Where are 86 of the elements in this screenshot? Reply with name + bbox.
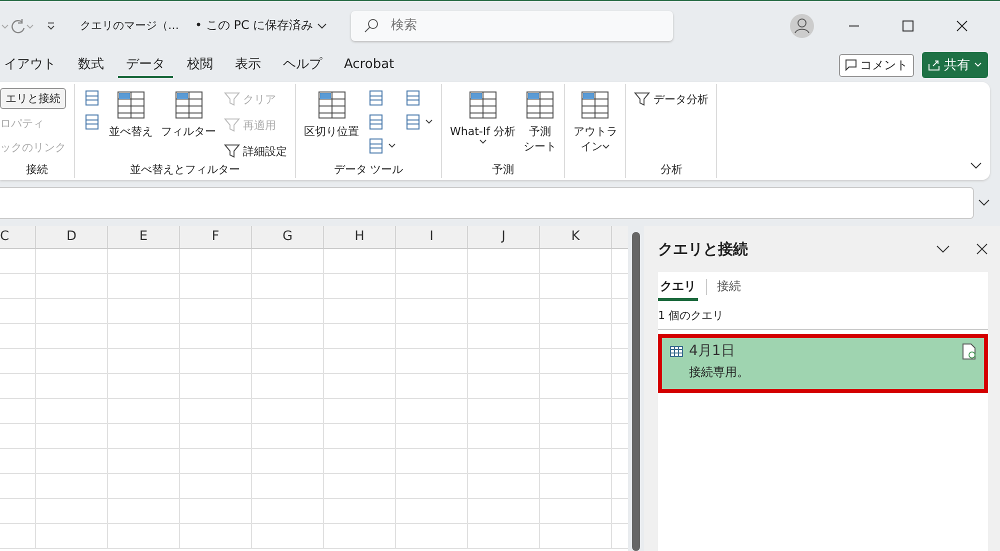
refresh-document-icon[interactable] xyxy=(962,342,976,360)
ribbon-button[interactable]: 予測 シート xyxy=(523,88,556,154)
table-icon xyxy=(524,90,556,120)
caret-icon xyxy=(602,144,610,150)
ribbon-icon-button[interactable] xyxy=(83,88,101,108)
funnel-icon xyxy=(224,143,240,159)
ribbon-button[interactable]: What-If 分析 xyxy=(450,88,516,145)
column-header[interactable]: J xyxy=(468,226,540,248)
ribbon-icon-button[interactable] xyxy=(83,112,101,132)
column-header[interactable]: D xyxy=(36,226,108,248)
caret-icon xyxy=(425,119,433,125)
file-name: クエリのマージ（… xyxy=(80,18,179,33)
ribbon-button[interactable]: 並べ替え xyxy=(109,88,153,139)
table-icon xyxy=(367,113,385,131)
group-label: 接続 xyxy=(25,162,49,176)
table-icon xyxy=(115,90,147,120)
formula-field[interactable] xyxy=(0,187,974,219)
ribbon-tab[interactable]: イアウト xyxy=(0,52,64,78)
group-label: 分析 xyxy=(659,162,684,176)
caret-icon xyxy=(478,139,487,145)
ribbon-button[interactable]: フィルター xyxy=(161,88,216,139)
table-icon xyxy=(83,89,101,107)
group-label: 予測 xyxy=(491,162,516,176)
save-status-button[interactable]: • この PC に保存済み xyxy=(195,17,328,34)
funnel-icon xyxy=(634,91,650,107)
ribbon-button[interactable]: アウトラ イン xyxy=(573,88,618,154)
pane-tab[interactable]: 接続 xyxy=(715,274,743,300)
ribbon-tab[interactable]: 数式 xyxy=(70,52,112,78)
ribbon-tab[interactable]: 表示 xyxy=(227,52,269,78)
search-field[interactable]: 検索 xyxy=(351,10,674,40)
collapse-ribbon-icon[interactable] xyxy=(970,162,982,170)
column-header[interactable]: K xyxy=(540,226,612,248)
close-icon[interactable] xyxy=(956,20,968,32)
group-label: データ ツール xyxy=(332,162,404,176)
table-icon xyxy=(404,89,422,107)
ribbon-button[interactable]: エリと接続 xyxy=(0,88,66,109)
ribbon-tab[interactable]: Acrobat xyxy=(336,54,402,76)
caret-icon xyxy=(974,62,982,68)
query-name: 4月1日 xyxy=(689,342,735,360)
close-icon[interactable] xyxy=(976,243,988,255)
comment-icon xyxy=(845,59,857,71)
scroll-bar[interactable] xyxy=(632,232,640,551)
avatar-icon[interactable] xyxy=(790,14,814,38)
funnel-icon xyxy=(224,91,240,107)
ribbon-button[interactable]: 区切り位置 xyxy=(304,88,359,139)
table-icon xyxy=(316,90,348,120)
query-count: 1 個のクエリ xyxy=(658,302,988,330)
funnel-icon xyxy=(224,117,240,133)
ribbon-icon-button[interactable] xyxy=(367,136,396,156)
group-label: 並べ替えとフィルター xyxy=(129,162,241,176)
table-icon xyxy=(579,90,612,120)
query-status: 接続専用。 xyxy=(688,364,750,381)
ribbon-tab[interactable]: データ xyxy=(118,52,173,78)
caret-icon xyxy=(388,143,396,149)
maximize-icon[interactable] xyxy=(902,20,914,32)
cell-grid[interactable] xyxy=(0,249,628,551)
column-header[interactable]: G xyxy=(252,226,324,248)
table-icon xyxy=(466,90,499,120)
table-icon xyxy=(172,90,204,120)
ribbon-icon-button[interactable] xyxy=(404,112,433,132)
ribbon-tab[interactable]: 校閲 xyxy=(179,52,221,78)
column-header[interactable]: C xyxy=(0,226,36,248)
column-header[interactable]: I xyxy=(396,226,468,248)
share-icon xyxy=(928,59,940,71)
column-header[interactable]: H xyxy=(324,226,396,248)
customize-icon[interactable] xyxy=(46,20,56,30)
table-icon xyxy=(670,346,683,356)
comment-button[interactable]: コメント xyxy=(839,54,914,76)
query-item[interactable]: 4月1日 接続専用。 xyxy=(658,334,988,393)
search-icon xyxy=(363,18,380,34)
share-button[interactable]: 共有 xyxy=(922,52,988,78)
ribbon-button[interactable]: データ分析 xyxy=(634,88,708,110)
ribbon-tab[interactable]: ヘルプ xyxy=(275,52,330,78)
redo-icon[interactable] xyxy=(0,18,34,34)
table-icon xyxy=(404,113,422,131)
expand-icon[interactable] xyxy=(978,199,990,207)
table-icon xyxy=(367,89,385,107)
pane-title: クエリと接続 xyxy=(658,240,748,258)
chevron-down-icon xyxy=(317,22,328,30)
pane-tab[interactable]: クエリ xyxy=(658,274,698,300)
column-header[interactable]: E xyxy=(108,226,180,248)
column-header[interactable]: F xyxy=(180,226,252,248)
ribbon-button[interactable]: 詳細設定 xyxy=(224,140,287,162)
chevron-down-icon[interactable] xyxy=(936,245,950,253)
table-icon xyxy=(83,113,101,131)
table-icon xyxy=(367,137,385,155)
